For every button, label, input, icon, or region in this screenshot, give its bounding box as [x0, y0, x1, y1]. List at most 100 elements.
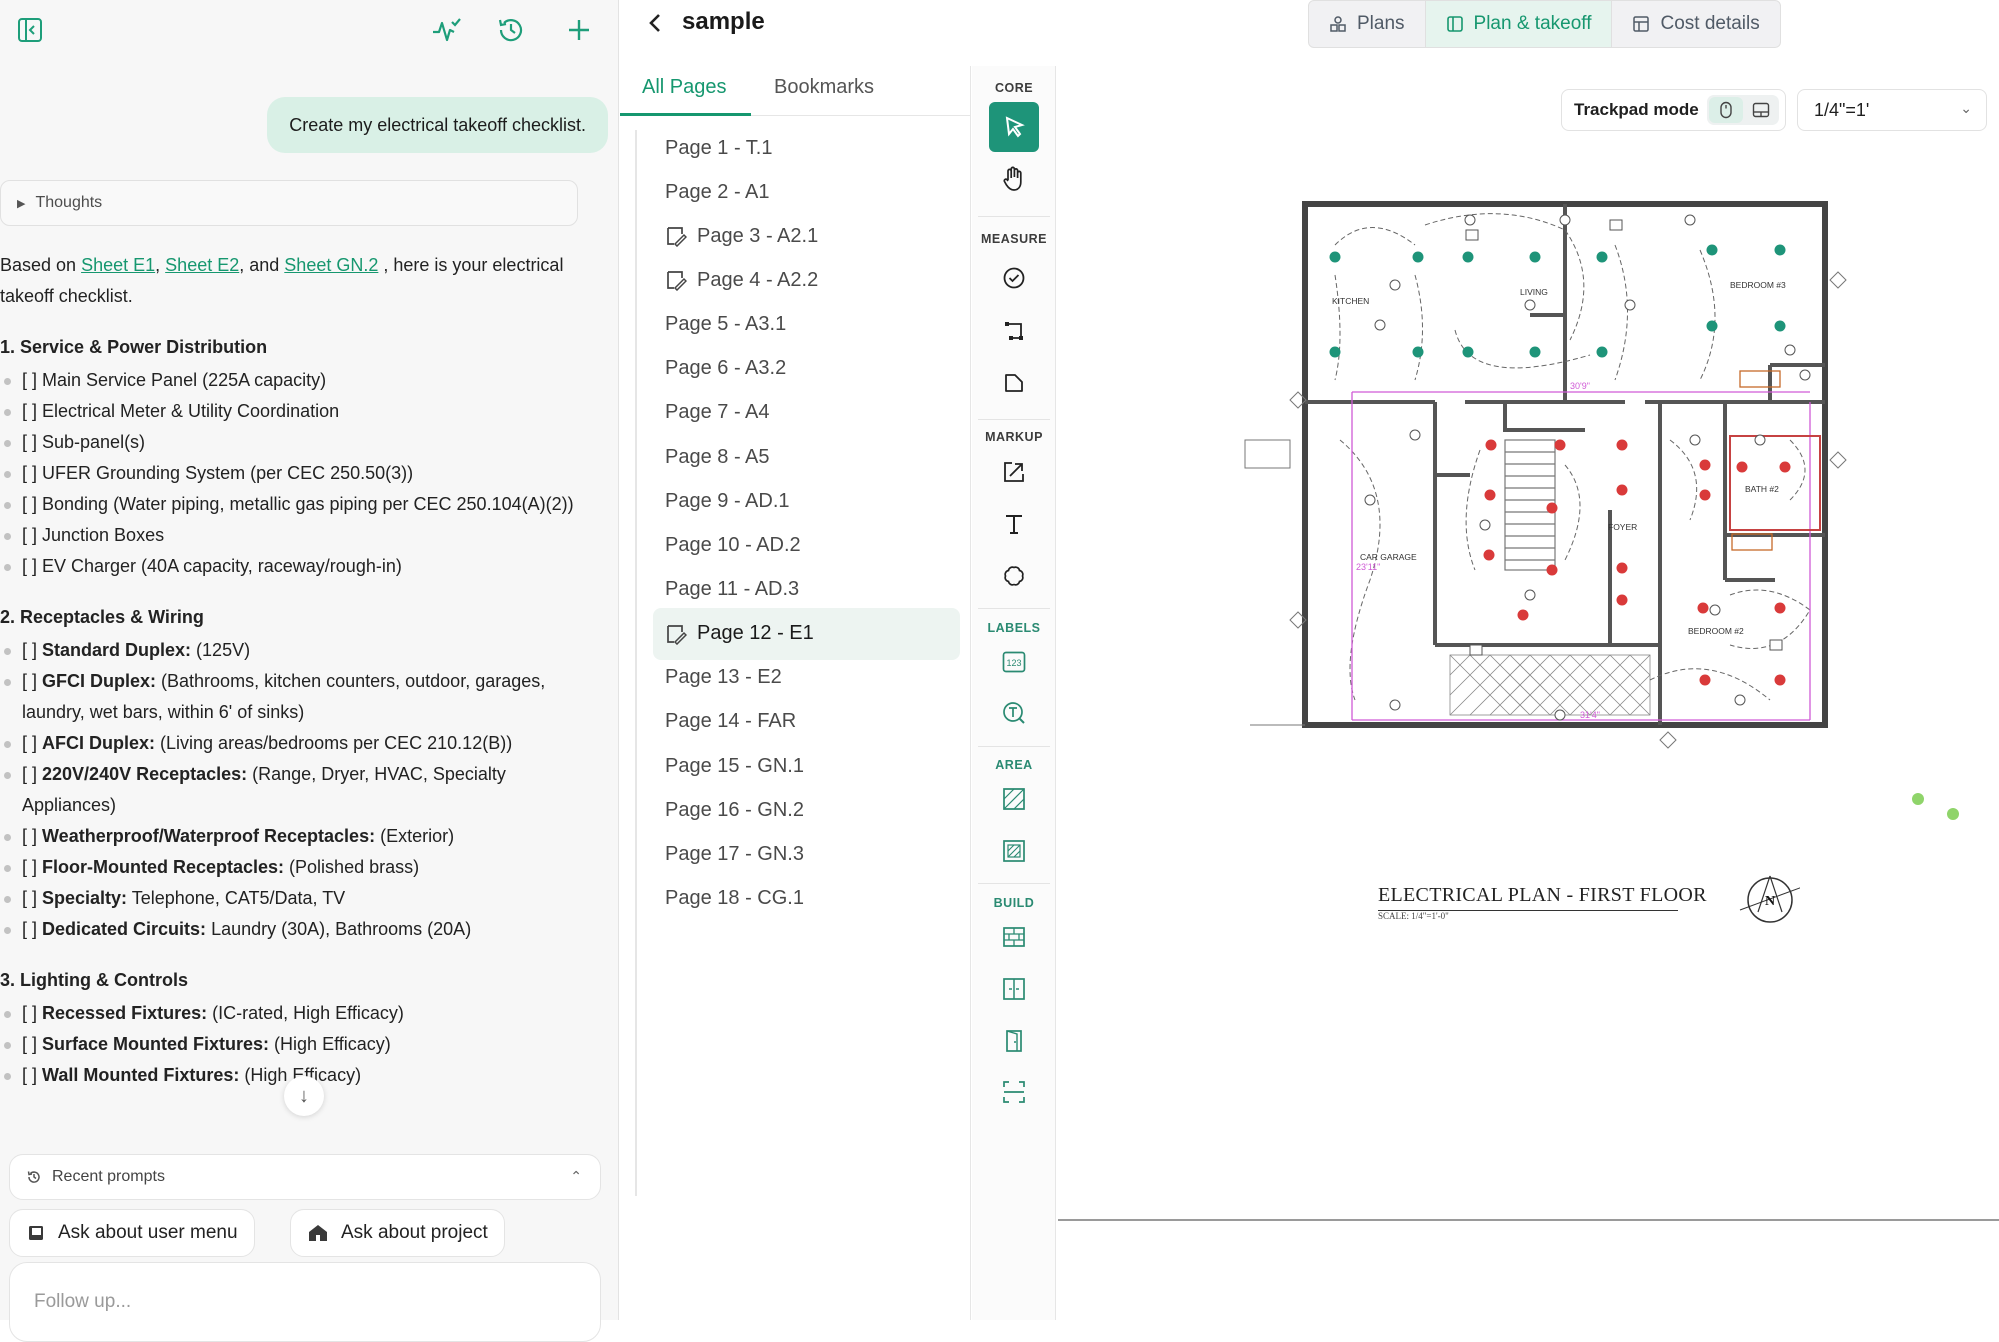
tab-label: Plan & takeoff — [1473, 13, 1592, 34]
page-label: Page 12 - E1 — [697, 622, 814, 645]
wall-tool[interactable] — [989, 912, 1039, 962]
checklist-item: [ ] EV Charger (40A capacity, raceway/ro… — [0, 551, 600, 582]
trackpad-mode-control: Trackpad mode — [1561, 89, 1786, 131]
checklist-item: [ ] UFER Grounding System (per CEC 250.5… — [0, 458, 600, 489]
checklist-item: [ ] Recessed Fixtures: (IC-rated, High E… — [0, 998, 600, 1029]
tab-bookmarks[interactable]: Bookmarks — [774, 76, 874, 99]
checklist-item: [ ] Dedicated Circuits: Laundry (30A), B… — [0, 914, 600, 945]
section-area: AREA — [995, 758, 1033, 772]
plan-scale-note: SCALE: 1/4"=1'-0" — [1378, 911, 1449, 921]
checklist: 1. Service & Power Distribution [ ] Main … — [0, 334, 600, 1091]
linear-tool[interactable] — [989, 306, 1039, 356]
sheet-link-gn2[interactable]: Sheet GN.2 — [284, 255, 378, 275]
checklist-item-text: [ ] Bonding (Water piping, metallic gas … — [22, 494, 574, 514]
page-label: Page 6 - A3.2 — [665, 357, 787, 380]
tab-plan-and-takeoff[interactable]: Plan & takeoff — [1425, 1, 1613, 47]
checklist-item: [ ] Specialty: Telephone, CAT5/Data, TV — [0, 883, 600, 914]
checklist-item-title: Floor-Mounted Receptacles: — [42, 857, 285, 877]
checkbox-marker: [ ] — [22, 640, 43, 660]
door-tool[interactable] — [989, 1016, 1039, 1066]
collapse-sidebar-icon[interactable] — [10, 10, 50, 50]
page-label: Page 13 - E2 — [665, 666, 782, 689]
sheet-link-e2[interactable]: Sheet E2 — [165, 255, 239, 275]
arrow-markup-tool[interactable] — [989, 447, 1039, 497]
cloud-tool[interactable] — [989, 551, 1039, 601]
table-icon — [1632, 15, 1650, 33]
count-tool[interactable] — [989, 253, 1039, 303]
sheet-link-e1[interactable]: Sheet E1 — [81, 255, 155, 275]
checklist-item-detail: (High Efficacy) — [269, 1034, 391, 1054]
polygon-icon — [1002, 371, 1026, 395]
intro-sep: , — [155, 255, 161, 275]
tab-cost-details[interactable]: Cost details — [1612, 1, 1779, 47]
prompt-chip-user-menu[interactable]: Ask about user menu — [9, 1209, 255, 1257]
checkbox-marker: [ ] — [22, 733, 43, 753]
arrow-box-icon — [1001, 459, 1027, 485]
mouse-mode-button[interactable] — [1709, 97, 1743, 123]
svg-text:123: 123 — [1006, 658, 1021, 668]
number-label-tool[interactable]: 123 — [989, 637, 1039, 687]
door-icon — [1001, 1028, 1027, 1054]
area-measure-tool[interactable] — [989, 358, 1039, 408]
text-search-label-tool[interactable] — [989, 688, 1039, 738]
checklist-item: [ ] Weatherproof/Waterproof Receptacles:… — [0, 821, 600, 852]
check-circle-icon — [1002, 266, 1026, 290]
page-label: Page 17 - GN.3 — [665, 842, 804, 865]
checklist-item-title: Dedicated Circuits: — [42, 919, 207, 939]
checklist-item-title: AFCI Duplex: — [42, 733, 156, 753]
window-tool[interactable] — [989, 964, 1039, 1014]
scale-select[interactable]: 1/4"=1' ⌄ — [1797, 89, 1987, 131]
follow-up-input[interactable]: Follow up... — [9, 1262, 601, 1342]
section-markup: MARKUP — [985, 430, 1043, 444]
window-icon — [1001, 976, 1027, 1002]
trackpad-mode-button[interactable] — [1745, 97, 1777, 123]
number-label-icon: 123 — [1001, 649, 1027, 675]
checklist-item-title: Specialty: — [42, 888, 128, 908]
checkbox-marker: [ ] — [22, 764, 43, 784]
electrical-floor-plan: 30'9" 23'11" 31'4" LIVING BEDROOM #3 KIT… — [1244, 201, 1847, 749]
page-label: Page 11 - AD.3 — [665, 578, 800, 600]
select-icon — [1001, 114, 1027, 140]
dimension-label: 23'11" — [1356, 562, 1380, 572]
recent-prompts-toggle[interactable]: Recent prompts ⌃ — [9, 1154, 601, 1200]
trackpad-toggle[interactable] — [1707, 95, 1779, 125]
assistant-response: Based on Sheet E1, Sheet E2, and Sheet G… — [0, 250, 600, 1091]
checklist-items: [ ] Main Service Panel (225A capacity) [ … — [0, 365, 600, 582]
prompt-chip-project[interactable]: Ask about project — [290, 1209, 505, 1257]
page-label: Page 5 - A3.1 — [665, 313, 787, 336]
checklist-heading: 2. Receptacles & Wiring — [0, 607, 204, 627]
room-tool[interactable] — [989, 1067, 1039, 1117]
history-icon[interactable] — [491, 10, 531, 50]
text-tool[interactable] — [989, 499, 1039, 549]
checklist-item-detail: Laundry (30A), Bathrooms (20A) — [206, 919, 472, 939]
checklist-item-title: Standard Duplex: — [42, 640, 192, 660]
room-label: BATH #2 — [1745, 484, 1779, 494]
page-item[interactable]: Page 18 - CG.1 — [653, 873, 960, 925]
tab-plans[interactable]: Plans — [1309, 1, 1426, 47]
chevron-down-icon: ⌄ — [1960, 100, 1972, 116]
divider — [978, 419, 1050, 420]
select-tool[interactable] — [989, 102, 1039, 152]
checklist-item-title: Wall Mounted Fixtures: — [42, 1065, 240, 1085]
thoughts-toggle[interactable]: ▶ Thoughts — [0, 180, 578, 226]
pan-tool[interactable] — [989, 154, 1039, 204]
checklist-item: [ ] Junction Boxes — [0, 520, 600, 551]
divider — [978, 746, 1050, 747]
chevron-up-icon: ⌃ — [570, 1168, 582, 1184]
checkbox-marker: [ ] — [22, 888, 43, 908]
new-chat-icon[interactable] — [559, 10, 599, 50]
page-label: Page 2 - A1 — [665, 180, 770, 203]
activity-icon[interactable] — [426, 10, 466, 50]
scroll-down-button[interactable]: ↓ — [284, 1076, 324, 1116]
back-button[interactable] — [640, 8, 670, 38]
green-markers — [1912, 793, 1959, 820]
north-arrow-icon: N — [1739, 875, 1800, 923]
takeoff-page-icon — [667, 227, 687, 248]
area-polygon-tool[interactable] — [989, 774, 1039, 824]
divider — [978, 883, 1050, 884]
checklist-item-detail: (Polished brass) — [284, 857, 420, 877]
hatched-rectangle-icon — [1001, 838, 1027, 864]
intro-text: Based on — [0, 255, 77, 275]
tab-all-pages[interactable]: All Pages — [642, 76, 727, 99]
area-rectangle-tool[interactable] — [989, 826, 1039, 876]
